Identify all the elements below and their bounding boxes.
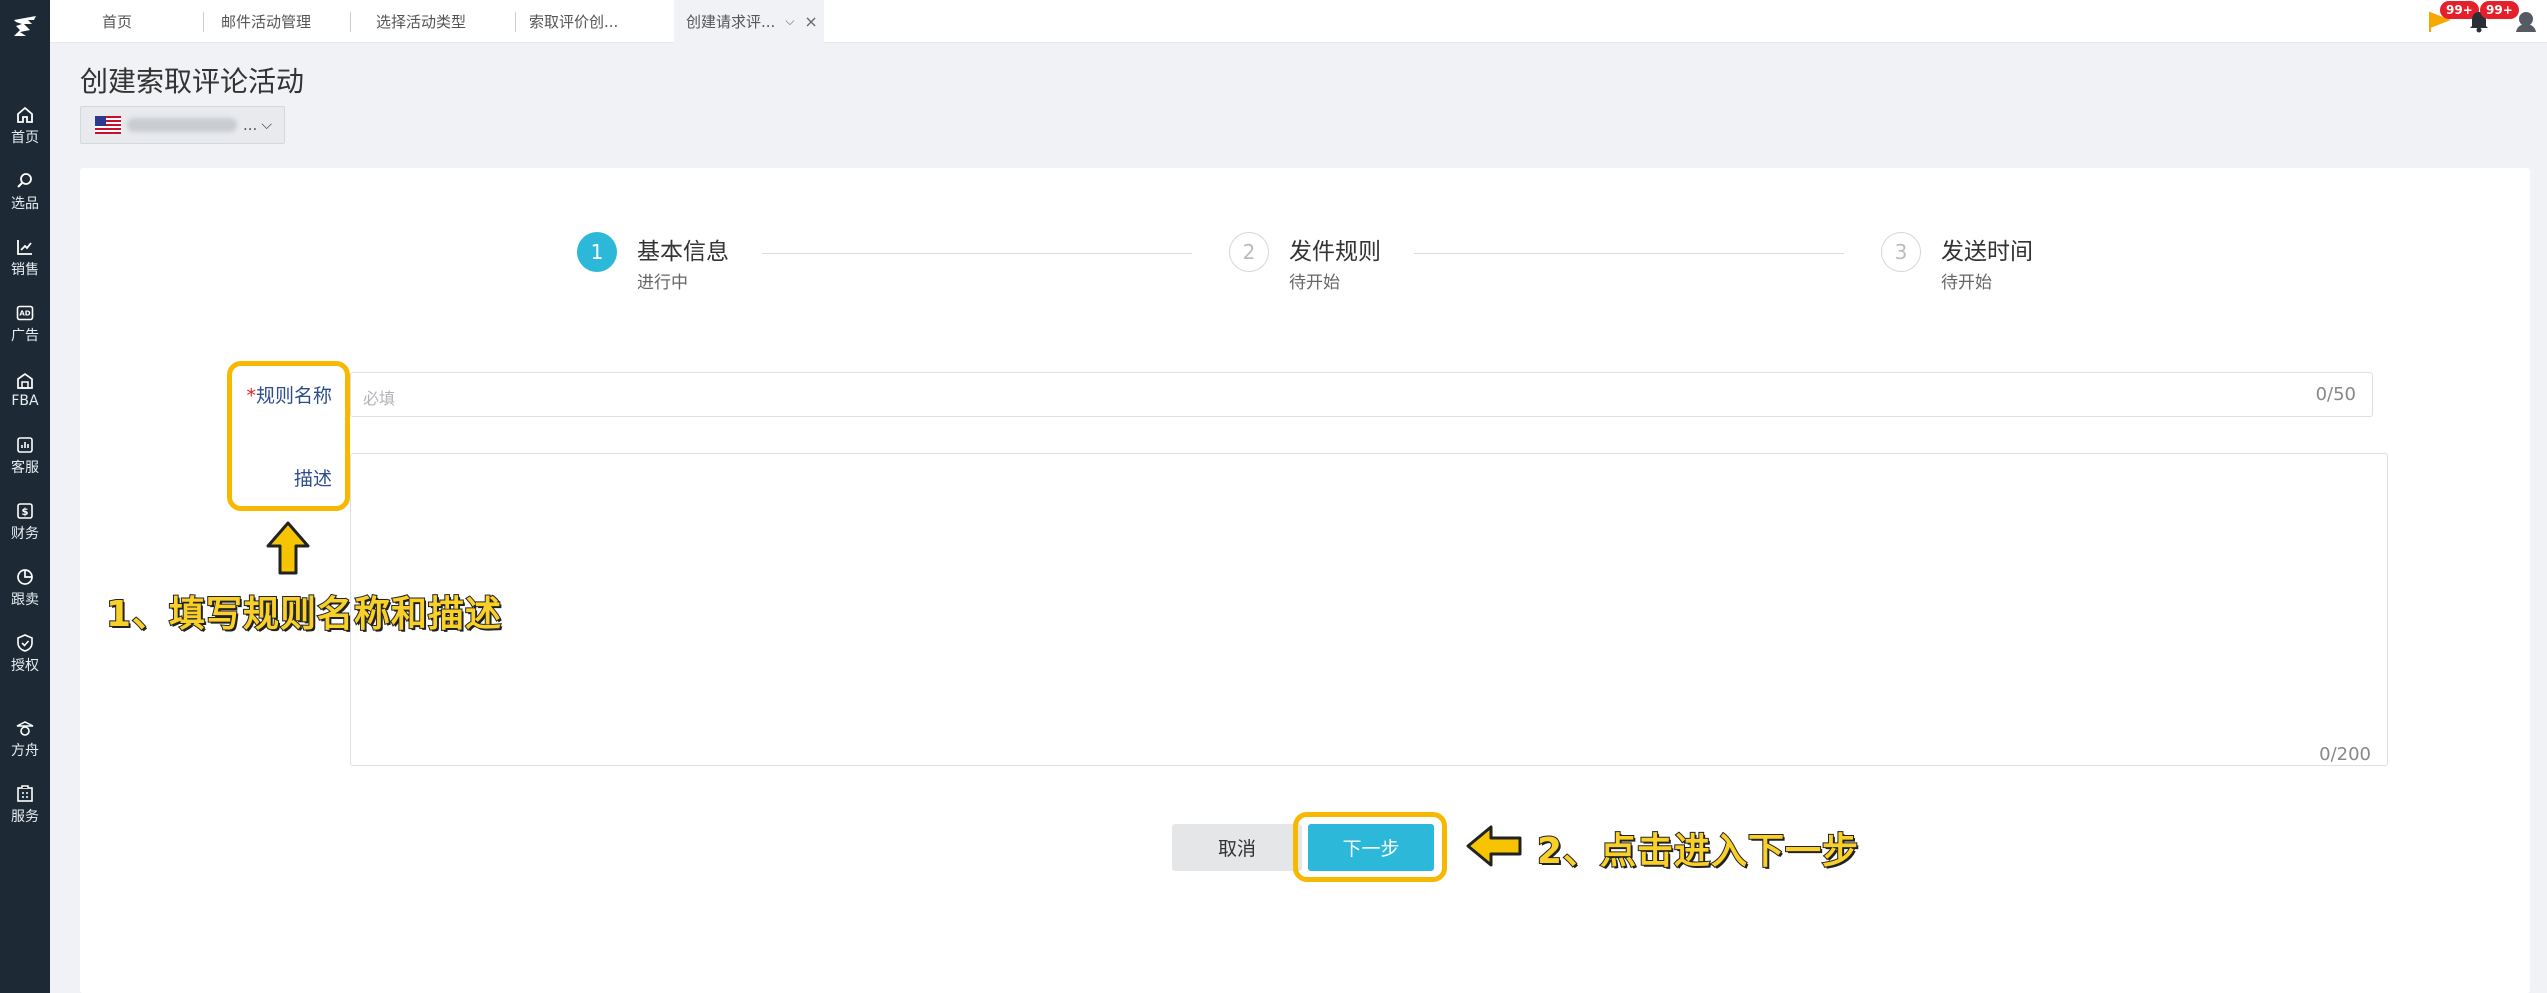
sidebar-item-label: 广告 xyxy=(11,328,39,344)
step-connector xyxy=(1414,253,1844,254)
warehouse-icon xyxy=(17,372,33,389)
sidebar-item-sales[interactable]: 销售 xyxy=(0,229,50,287)
ad-icon: AD xyxy=(16,305,34,321)
sidebar-item-label: 选品 xyxy=(11,196,39,212)
annotation-step-1: 1、填写规则名称和描述 xyxy=(105,593,503,636)
description-counter: 0/200 xyxy=(2319,744,2371,765)
chevron-down-icon: ⌵ xyxy=(261,117,272,133)
store-name-blurred xyxy=(127,118,237,132)
page-title: 创建索取评论活动 xyxy=(80,65,305,98)
app-logo-icon[interactable] xyxy=(10,10,40,40)
rule-name-input[interactable]: 必填 0/50 xyxy=(350,372,2373,417)
sidebar-item-label: 跟卖 xyxy=(11,592,39,608)
us-flag-icon xyxy=(95,116,121,134)
sidebar-item-label: FBA xyxy=(11,393,39,409)
sidebar: 首页 选品 销售 AD 广告 FBA 客服 $ 财务 跟卖 授权 方舟 服务 xyxy=(0,0,50,993)
sidebar-item-selection[interactable]: 选品 xyxy=(0,163,50,221)
sidebar-item-label: 授权 xyxy=(11,658,39,674)
tab-email-campaign-manage[interactable]: 邮件活动管理 xyxy=(221,0,311,43)
bell-icon[interactable]: 99+ xyxy=(2466,1,2519,34)
close-icon[interactable]: × xyxy=(804,12,817,31)
user-avatar-icon[interactable] xyxy=(2513,8,2539,34)
arrow-up-icon xyxy=(266,521,310,575)
description-textarea[interactable]: 0/200 xyxy=(350,453,2388,766)
store-selector[interactable]: ... ⌵ xyxy=(80,106,285,144)
sidebar-item-finance[interactable]: $ 财务 xyxy=(0,493,50,551)
sidebar-item-label: 销售 xyxy=(11,262,39,278)
rule-name-counter: 0/50 xyxy=(2315,384,2356,405)
step-3-status: 待开始 xyxy=(1941,273,1992,293)
annotation-step-2: 2、点击进入下一步 xyxy=(1536,830,1860,873)
home-icon xyxy=(17,106,33,123)
highlight-box-form-labels xyxy=(227,361,350,511)
tab-select-campaign-type[interactable]: 选择活动类型 xyxy=(376,0,466,43)
tab-label: 创建请求评... xyxy=(686,13,776,31)
step-2-status: 待开始 xyxy=(1289,273,1340,293)
store-name-ellipsis: ... xyxy=(243,116,258,134)
chart-line-icon xyxy=(17,240,32,255)
step-1-status: 进行中 xyxy=(637,273,688,293)
search-icon xyxy=(17,173,32,188)
tab-label: 首页 xyxy=(102,13,133,31)
sidebar-item-services[interactable]: 服务 xyxy=(0,776,50,834)
sidebar-item-service[interactable]: 客服 xyxy=(0,427,50,485)
tab-divider xyxy=(203,12,204,32)
cancel-button[interactable]: 取消 xyxy=(1172,824,1302,871)
step-1-circle: 1 xyxy=(577,232,617,272)
tab-label: 选择活动类型 xyxy=(376,13,467,31)
step-1-title: 基本信息 xyxy=(637,239,729,265)
ark-icon xyxy=(16,721,34,736)
tab-review-request-create[interactable]: 索取评价创... xyxy=(529,0,618,43)
sidebar-item-ads[interactable]: AD 广告 xyxy=(0,295,50,353)
sidebar-item-home[interactable]: 首页 xyxy=(0,97,50,155)
tab-divider xyxy=(350,12,351,32)
tab-label: 邮件活动管理 xyxy=(221,13,312,31)
step-3-circle: 3 xyxy=(1881,232,1921,272)
svg-text:AD: AD xyxy=(19,310,30,318)
service-chart-icon xyxy=(17,437,33,453)
sidebar-item-label: 客服 xyxy=(11,460,39,476)
arrow-left-icon xyxy=(1466,825,1522,867)
flag-notification-icon[interactable]: 99+ xyxy=(2426,1,2479,34)
sidebar-item-authorization[interactable]: 授权 xyxy=(0,625,50,683)
step-2-title: 发件规则 xyxy=(1289,239,1381,265)
sidebar-item-follow-sell[interactable]: 跟卖 xyxy=(0,559,50,617)
step-2-circle: 2 xyxy=(1229,232,1269,272)
svg-text:$: $ xyxy=(22,507,29,518)
rule-name-placeholder: 必填 xyxy=(363,389,396,408)
chevron-down-icon[interactable]: ⌵ xyxy=(785,14,794,29)
sidebar-item-label: 服务 xyxy=(11,809,39,825)
tab-divider xyxy=(515,12,516,32)
shield-check-icon xyxy=(17,634,33,652)
sidebar-item-ark[interactable]: 方舟 xyxy=(0,710,50,768)
tab-home[interactable]: 首页 xyxy=(102,0,132,43)
sidebar-item-label: 首页 xyxy=(11,130,39,146)
highlight-box-next-button xyxy=(1293,812,1447,882)
sidebar-item-fba[interactable]: FBA xyxy=(0,361,50,419)
tab-create-request-review[interactable]: 创建请求评... ⌵ × xyxy=(674,0,824,43)
building-icon xyxy=(17,785,33,802)
pie-chart-icon xyxy=(17,569,33,585)
tab-label: 索取评价创... xyxy=(529,13,619,31)
tab-bar: 首页 邮件活动管理 选择活动类型 索取评价创... 创建请求评... ⌵ × 9… xyxy=(50,0,2547,43)
sidebar-item-label: 方舟 xyxy=(11,743,39,759)
finance-icon: $ xyxy=(17,503,33,519)
step-connector xyxy=(762,253,1192,254)
step-3-title: 发送时间 xyxy=(1941,239,2033,265)
sidebar-item-label: 财务 xyxy=(11,526,39,542)
